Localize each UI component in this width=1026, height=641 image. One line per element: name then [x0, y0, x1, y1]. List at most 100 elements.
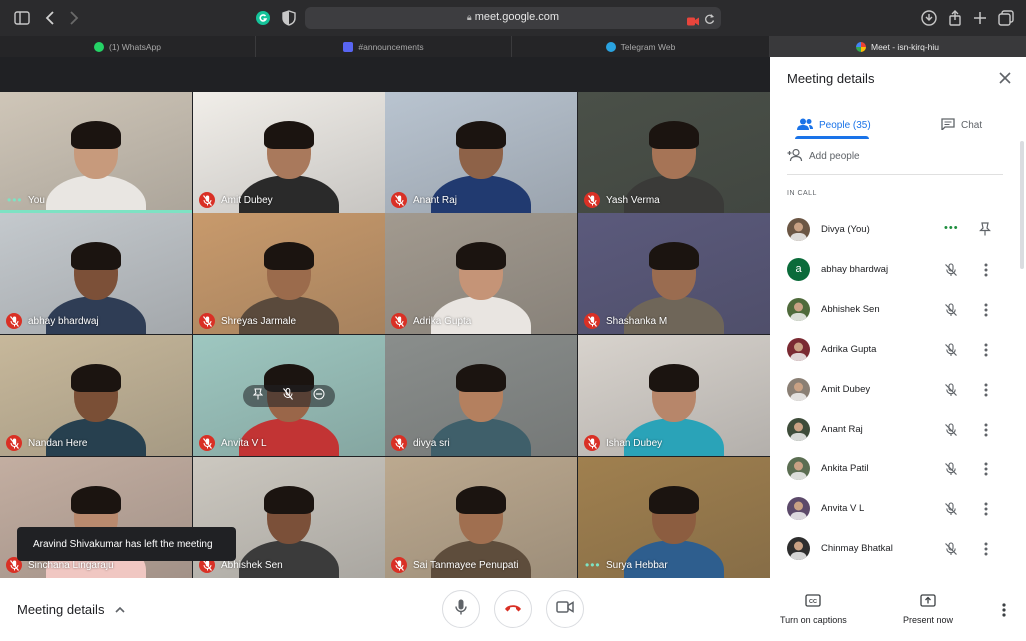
participant-row[interactable]: Divya (You) •••	[787, 218, 1003, 242]
avatar	[787, 218, 810, 241]
url-label: meet.google.com	[474, 11, 560, 23]
participant-hair	[456, 242, 506, 270]
camera-button[interactable]	[546, 590, 584, 628]
new-tab-icon[interactable]	[970, 8, 990, 28]
participant-row[interactable]: Abhishek Sen	[787, 297, 1003, 322]
video-tile[interactable]: Amit Dubey	[193, 92, 385, 213]
participant-body	[46, 296, 146, 334]
share-icon[interactable]	[945, 8, 965, 28]
more-options-icon[interactable]	[981, 262, 991, 278]
participant-name: Shashanka M	[606, 316, 668, 327]
more-options-icon[interactable]	[981, 342, 991, 358]
forward-icon[interactable]	[64, 8, 84, 28]
more-options-icon[interactable]	[981, 461, 991, 477]
avatar	[787, 297, 810, 321]
video-tile[interactable]: Anvita V L	[193, 335, 385, 456]
call-controls-bar: Meeting details CC Turn on captions Pres…	[0, 578, 1026, 641]
participant-body	[431, 540, 531, 578]
video-tile[interactable]: ••• Surya Hebbar	[578, 457, 770, 578]
tab-telegram[interactable]: Telegram Web	[512, 36, 770, 57]
downloads-icon[interactable]	[919, 8, 939, 28]
tab-meet[interactable]: Meet - isn-kirq-hiu	[770, 36, 1026, 57]
video-tile[interactable]: Adrika Gupta	[385, 213, 577, 334]
close-icon[interactable]	[998, 71, 1012, 85]
avatar	[787, 537, 810, 561]
meet-icon	[855, 41, 866, 52]
video-tile[interactable]: Anant Raj	[385, 92, 577, 213]
video-tile[interactable]: ••• You	[0, 92, 192, 213]
video-tile[interactable]: Yash Verma	[578, 92, 770, 213]
tab-chat[interactable]: Chat	[941, 113, 982, 137]
grammarly-icon[interactable]	[253, 8, 273, 28]
more-options-icon[interactable]	[981, 422, 991, 438]
remove-participant-icon[interactable]	[313, 387, 325, 405]
add-people-button[interactable]: Add people	[787, 148, 860, 164]
more-options-icon[interactable]	[1000, 602, 1008, 618]
video-tile[interactable]: Ishan Dubey	[578, 335, 770, 456]
video-tile[interactable]: Shashanka M	[578, 213, 770, 334]
participant-hair	[71, 486, 121, 514]
participant-name: Ishan Dubey	[606, 438, 663, 449]
in-call-heading: IN CALL	[787, 190, 817, 197]
video-tile[interactable]: Shreyas Jarmale	[193, 213, 385, 334]
more-options-icon[interactable]	[981, 302, 991, 318]
pin-icon[interactable]	[979, 222, 993, 236]
participant-name: abhay bhardwaj	[821, 263, 889, 275]
url-text: 🔒︎ meet.google.com	[305, 11, 721, 23]
participant-body	[431, 418, 531, 456]
tab-chat-label: Chat	[961, 119, 983, 131]
participant-body	[624, 175, 724, 213]
back-icon[interactable]	[40, 8, 60, 28]
mic-off-icon	[944, 343, 958, 357]
chevron-up-icon[interactable]	[114, 603, 126, 615]
participant-body	[431, 296, 531, 334]
tile-hover-controls	[243, 385, 335, 407]
mic-off-icon	[944, 462, 958, 476]
mic-off-icon	[944, 502, 958, 516]
participant-row[interactable]: Ankita Patil	[787, 457, 1003, 481]
panel-scrollbar[interactable]	[1020, 141, 1024, 269]
more-options-icon[interactable]	[981, 541, 991, 557]
tab-overview-icon[interactable]	[996, 8, 1016, 28]
captions-button[interactable]: CC Turn on captions	[780, 594, 847, 625]
microphone-button[interactable]	[442, 590, 480, 628]
meeting-details-toggle[interactable]: Meeting details	[17, 602, 104, 617]
video-tile[interactable]: abhay bhardwaj	[0, 213, 192, 334]
privacy-shield-icon[interactable]	[279, 8, 299, 28]
tab-whatsapp[interactable]: (1) WhatsApp	[0, 36, 256, 57]
add-people-label: Add people	[809, 151, 860, 162]
toast-text: Aravind Shivakumar has left the meeting	[33, 538, 213, 550]
avatar	[787, 337, 810, 361]
participant-name: Anvita V L	[221, 438, 267, 449]
pin-icon[interactable]	[252, 387, 264, 405]
participant-body	[624, 418, 724, 456]
tab-people[interactable]: People (35)	[797, 113, 871, 137]
participant-row[interactable]: Adrika Gupta	[787, 337, 1003, 362]
notification-toast: Aravind Shivakumar has left the meeting	[17, 527, 236, 561]
video-tile[interactable]: Nandan Here	[0, 335, 192, 456]
address-bar[interactable]: 🔒︎ meet.google.com	[305, 7, 721, 29]
more-options-icon[interactable]	[981, 501, 991, 517]
present-now-button[interactable]: Present now	[903, 594, 953, 625]
camera-in-use-icon[interactable]	[687, 13, 699, 31]
mic-off-icon	[944, 263, 958, 277]
participant-hair	[71, 121, 121, 149]
camera-icon	[556, 600, 574, 618]
video-tile[interactable]: divya sri	[385, 335, 577, 456]
mute-participant-icon[interactable]	[283, 387, 293, 405]
tab-discord[interactable]: #announcements	[256, 36, 512, 57]
participant-row[interactable]: Chinmay Bhatkal	[787, 537, 1003, 561]
participant-row[interactable]: a abhay bhardwaj	[787, 257, 1003, 282]
reload-icon[interactable]	[704, 12, 715, 30]
sidebar-toggle-icon[interactable]	[12, 8, 32, 28]
participant-row[interactable]: Amit Dubey	[787, 377, 1003, 402]
video-tile[interactable]: Sai Tanmayee Penupati	[385, 457, 577, 578]
participant-row[interactable]: Anvita V L	[787, 497, 1003, 521]
more-options-icon[interactable]	[981, 382, 991, 398]
leave-call-button[interactable]	[494, 590, 532, 628]
participant-body	[624, 296, 724, 334]
participant-name: You	[28, 195, 45, 206]
participant-row[interactable]: Anant Raj	[787, 417, 1003, 442]
hang-up-icon	[504, 600, 522, 618]
chat-icon	[941, 117, 955, 133]
